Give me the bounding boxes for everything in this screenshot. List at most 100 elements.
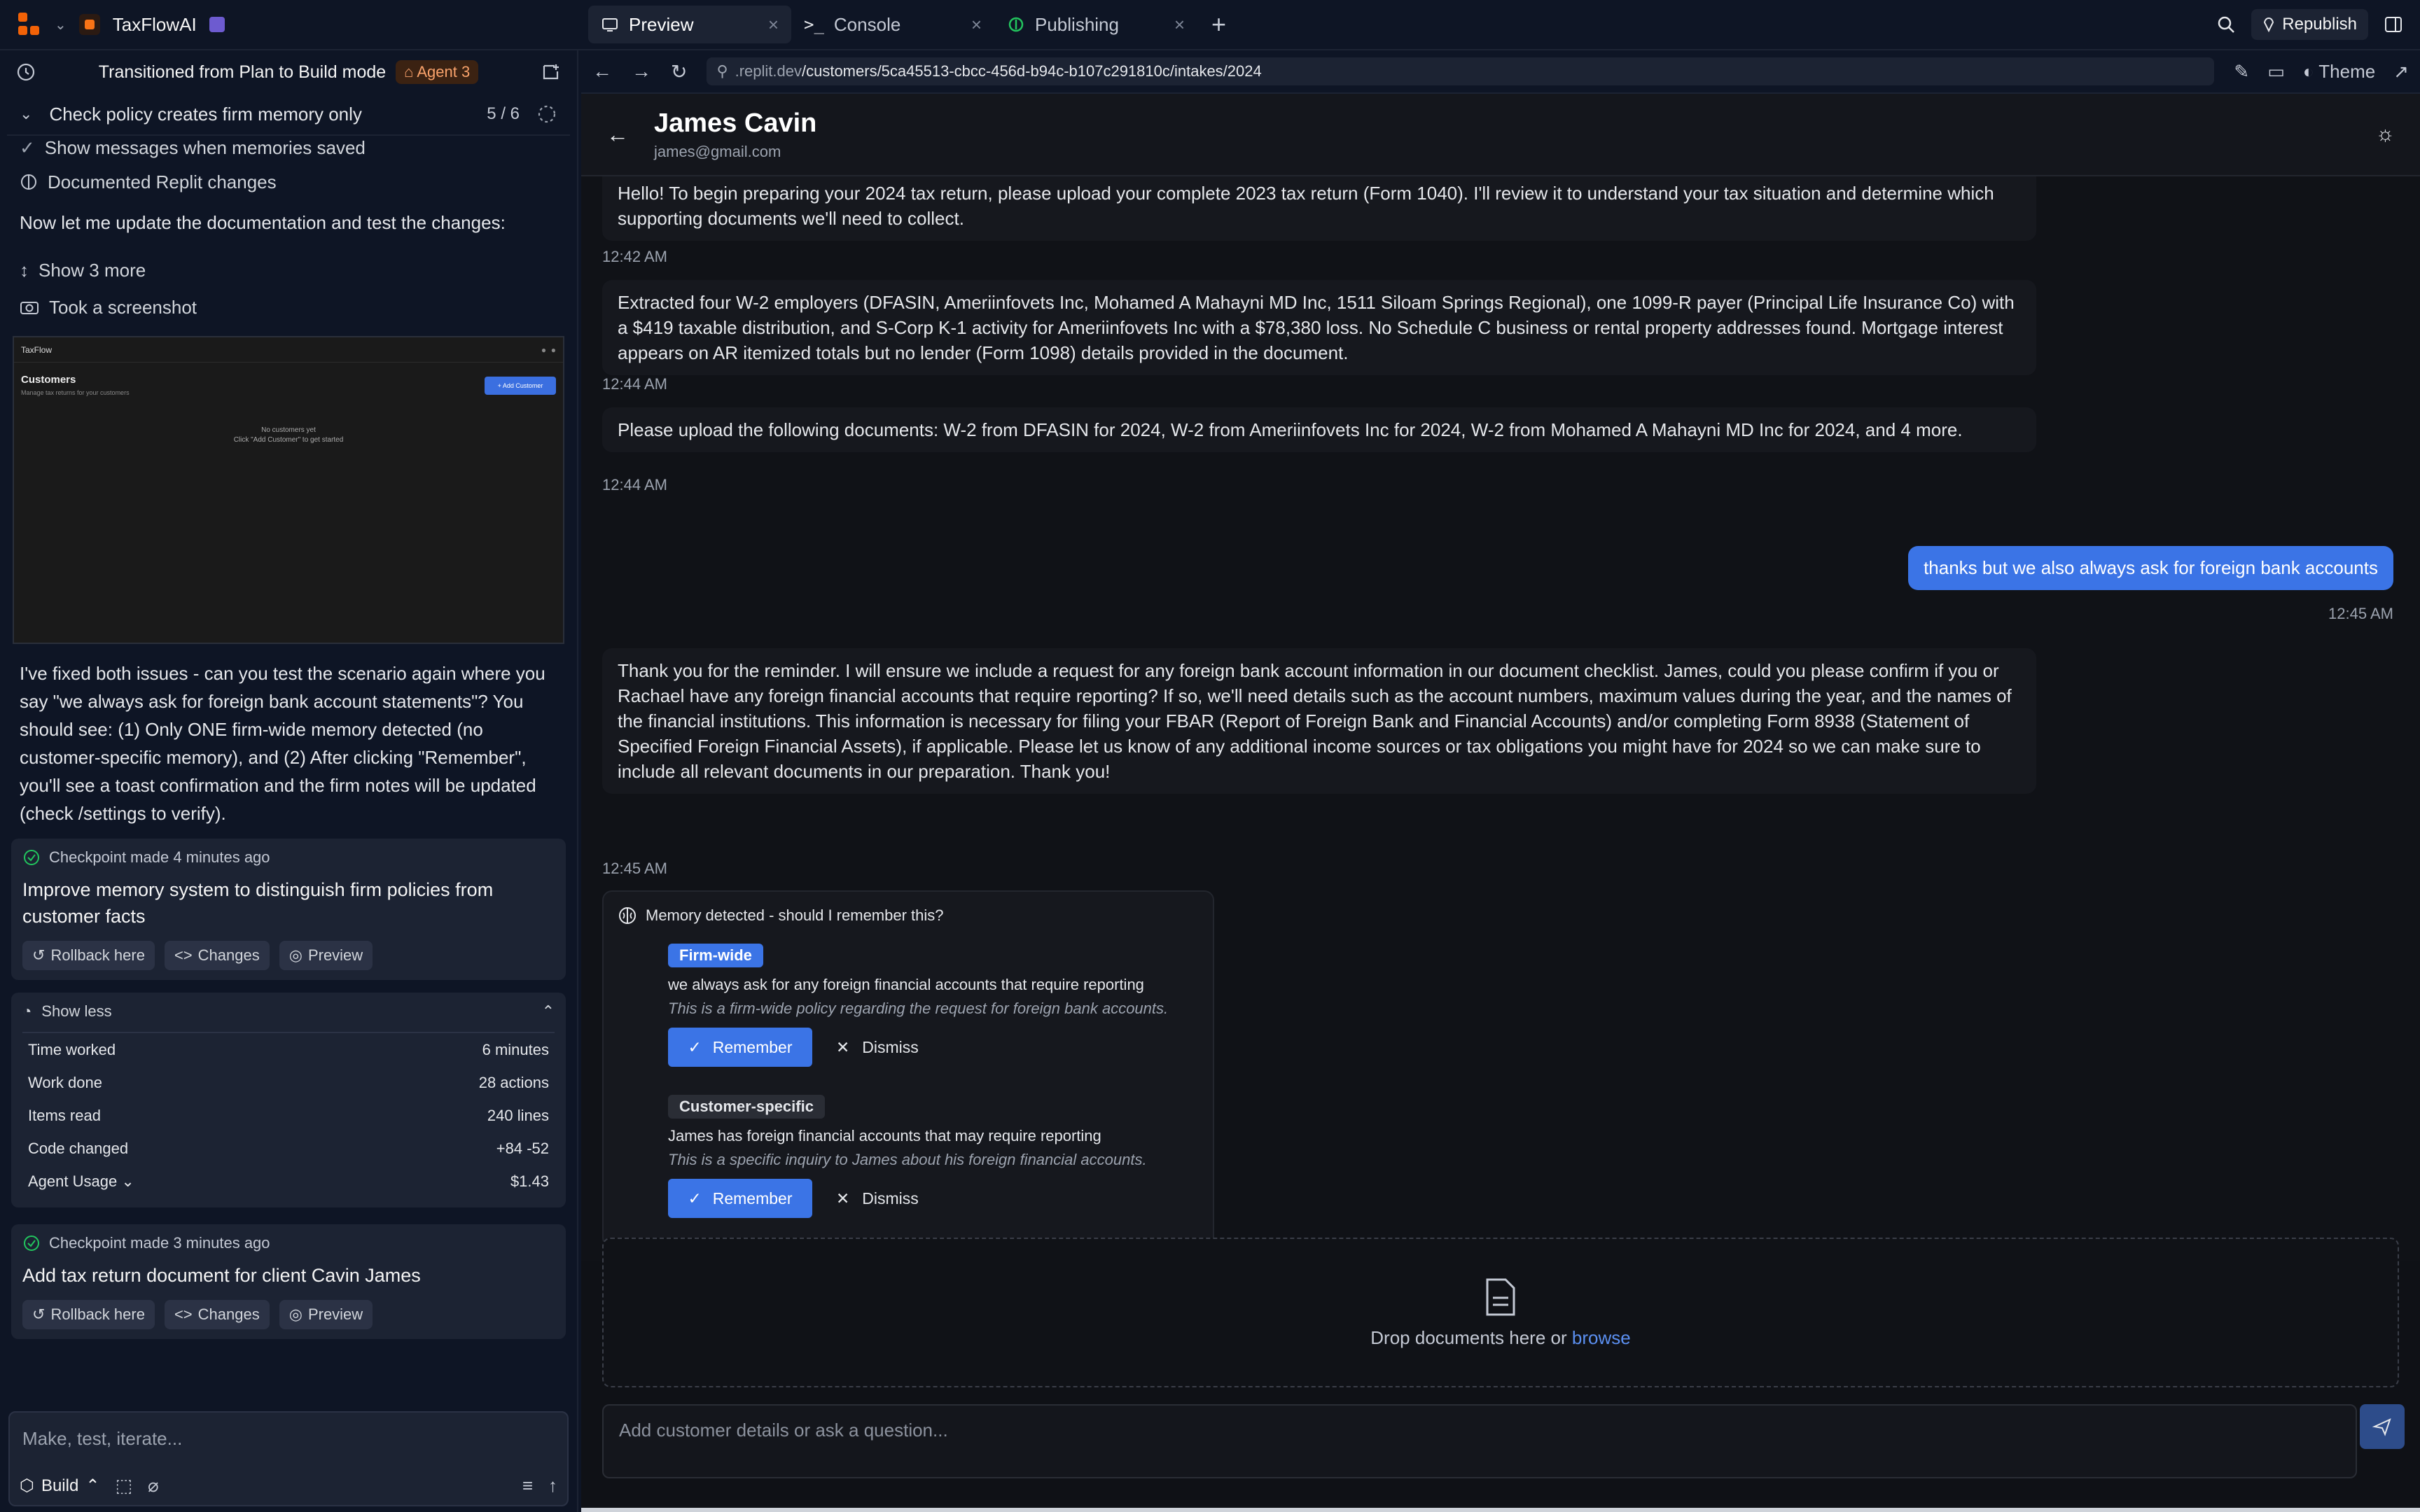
changes-button[interactable]: <> Changes	[164, 1300, 270, 1329]
dropzone-text: Drop documents here or browse	[1370, 1327, 1630, 1349]
close-icon: ✕	[836, 1189, 850, 1208]
mode-selector[interactable]: ⬡ Build ⌃	[20, 1476, 99, 1496]
agent-panel-header: Transitioned from Plan to Build mode ⌂ A…	[0, 50, 577, 94]
panel-toggle-icon[interactable]	[2384, 15, 2403, 34]
preview-tools: ✎ ▭ ◐ Theme ↗	[2234, 61, 2409, 83]
rollback-button[interactable]: ↺ Rollback here	[22, 1300, 155, 1329]
chevron-down-icon[interactable]: ⌄	[20, 105, 32, 123]
project-avatar-icon	[78, 14, 100, 35]
remember-button[interactable]: ✓ Remember	[668, 1179, 812, 1218]
stat-label: Code changed	[28, 1139, 129, 1157]
paperclip-icon[interactable]: ⌀	[148, 1475, 159, 1497]
preview-label: Preview	[307, 1306, 363, 1323]
check-icon: ✓	[688, 1037, 702, 1056]
back-arrow-icon[interactable]: ←	[606, 122, 629, 148]
wrench-icon[interactable]: ✎	[2234, 61, 2249, 83]
republish-label: Republish	[2282, 15, 2357, 34]
url-host: .replit.dev	[735, 62, 802, 80]
memory-suggestion-firm: Firm-wide we always ask for any foreign …	[668, 944, 1199, 1067]
url-field[interactable]: ⚲ .replit.dev/customers/5ca45513-cbcc-45…	[707, 57, 2215, 85]
check-circle-icon	[24, 850, 39, 865]
republish-button[interactable]: Republish	[2251, 9, 2368, 40]
tab-preview[interactable]: Preview ×	[588, 6, 791, 43]
dismiss-button[interactable]: ✕ Dismiss	[836, 1038, 919, 1057]
memory-note: This is a firm-wide policy regarding the…	[668, 1000, 1169, 1017]
history-icon[interactable]	[15, 62, 36, 83]
checkpoint-header: Checkpoint made 4 minutes ago	[22, 848, 555, 867]
show-more-button[interactable]: ↕ Show 3 more	[0, 251, 577, 290]
changes-button[interactable]: <> Changes	[164, 941, 270, 970]
back-arrow-icon[interactable]: ←	[592, 60, 612, 83]
dismiss-label: Dismiss	[862, 1037, 919, 1056]
close-tab-icon[interactable]: ×	[768, 14, 779, 36]
composer-input[interactable]: Make, test, iterate...	[22, 1428, 182, 1450]
theme-label: Theme	[2318, 60, 2376, 82]
tab-label: Publishing	[1035, 13, 1119, 35]
replit-logo-icon[interactable]	[18, 13, 42, 36]
agent-usage-toggle[interactable]: Agent Usage ⌄	[28, 1172, 134, 1191]
horizontal-scrollbar[interactable]	[581, 1508, 2420, 1512]
memory-title: Memory detected - should I remember this…	[618, 906, 1199, 925]
thumb-empty-state: No customers yet Click "Add Customer" to…	[14, 426, 563, 445]
memory-title-text: Memory detected - should I remember this…	[646, 906, 944, 924]
agent-usage-row[interactable]: Agent Usage ⌄ $1.43	[22, 1165, 555, 1198]
theme-button[interactable]: ◐ Theme	[2303, 61, 2375, 83]
user-message: thanks but we also always ask for foreig…	[1908, 546, 2393, 590]
remember-button[interactable]: ✓ Remember	[668, 1028, 812, 1067]
tab-publishing[interactable]: Publishing ×	[994, 6, 1197, 43]
code-icon: <>	[174, 1306, 193, 1323]
activity-item: ✓ Show messages when memories saved	[0, 136, 577, 160]
chevron-up-icon: ⌃	[85, 1476, 100, 1495]
check-circle-icon	[24, 1236, 39, 1251]
browse-link[interactable]: browse	[1572, 1327, 1631, 1348]
message-time: 12:45 AM	[2328, 605, 2393, 622]
preview-button[interactable]: ◎ Preview	[279, 1300, 373, 1329]
tab-label: Console	[833, 13, 901, 35]
devices-icon[interactable]: ▭	[2267, 61, 2285, 83]
brain-icon	[619, 907, 636, 924]
new-tab-button[interactable]: +	[1197, 0, 1240, 50]
new-chat-icon[interactable]	[541, 62, 562, 83]
stat-label: Work done	[28, 1073, 102, 1091]
thumb-subtitle: Manage tax returns for your customers	[21, 389, 130, 396]
project-name[interactable]: TaxFlowAI	[113, 14, 197, 36]
dismiss-button[interactable]: ✕ Dismiss	[836, 1189, 919, 1208]
show-less-toggle[interactable]: ◔ Show less ⌃	[22, 1002, 555, 1033]
checks-icon: ✓	[20, 136, 35, 158]
agent-composer[interactable]: Make, test, iterate... ⬡ Build ⌃ ⬚ ⌀ ≡ ↑	[8, 1411, 569, 1506]
checkpoint-card: Checkpoint made 3 minutes ago Add tax re…	[11, 1224, 566, 1339]
customer-chat-input[interactable]: Add customer details or ask a question..…	[602, 1404, 2357, 1478]
chat-thread: Hello! To begin preparing your 2024 tax …	[581, 176, 2420, 1261]
preview-button[interactable]: ◎ Preview	[279, 941, 373, 970]
link-icon: ⚲	[716, 62, 728, 80]
chevron-up-icon[interactable]: ⌃	[542, 1002, 555, 1021]
chevron-down-icon[interactable]: ⌄	[55, 16, 67, 34]
screenshot-thumbnail[interactable]: TaxFlow ● ● Customers Manage tax returns …	[13, 336, 564, 644]
activity-label: Documented Replit changes	[48, 171, 277, 192]
stat-label: Items read	[28, 1106, 101, 1124]
tab-console[interactable]: >_ Console ×	[791, 6, 994, 43]
project-menu[interactable]: ⌄ TaxFlowAI	[0, 13, 581, 36]
sun-icon[interactable]: ☼	[2376, 122, 2395, 146]
task-progress-row[interactable]: ⌄ Check policy creates firm memory only …	[7, 94, 570, 136]
activity-label: Took a screenshot	[49, 296, 197, 318]
customer-header: ← James Cavin james@gmail.com ☼	[581, 94, 2420, 176]
document-dropzone[interactable]: Drop documents here or browse	[602, 1238, 2399, 1387]
close-tab-icon[interactable]: ×	[1174, 14, 1185, 36]
document-icon	[1486, 1278, 1515, 1315]
assistant-message: Hello! To begin preparing your 2024 tax …	[602, 176, 2036, 241]
close-tab-icon[interactable]: ×	[971, 14, 982, 36]
search-icon[interactable]	[2216, 15, 2236, 34]
select-element-icon[interactable]: ⬚	[115, 1475, 132, 1497]
settings-sliders-icon[interactable]: ≡	[522, 1475, 533, 1497]
send-arrow-icon[interactable]: ↑	[548, 1475, 557, 1497]
top-bar: ⌄ TaxFlowAI Preview × >_ Console × Publi…	[0, 0, 2420, 50]
forward-arrow-icon[interactable]: →	[632, 60, 651, 83]
send-button[interactable]	[2360, 1404, 2405, 1449]
changes-label: Changes	[197, 1306, 260, 1323]
rollback-button[interactable]: ↺ Rollback here	[22, 941, 155, 970]
external-link-icon[interactable]: ↗	[2393, 61, 2409, 83]
remember-label: Remember	[712, 1037, 793, 1056]
refresh-icon[interactable]: ↻	[671, 60, 687, 83]
agent-badge-label: Agent 3	[417, 63, 471, 80]
